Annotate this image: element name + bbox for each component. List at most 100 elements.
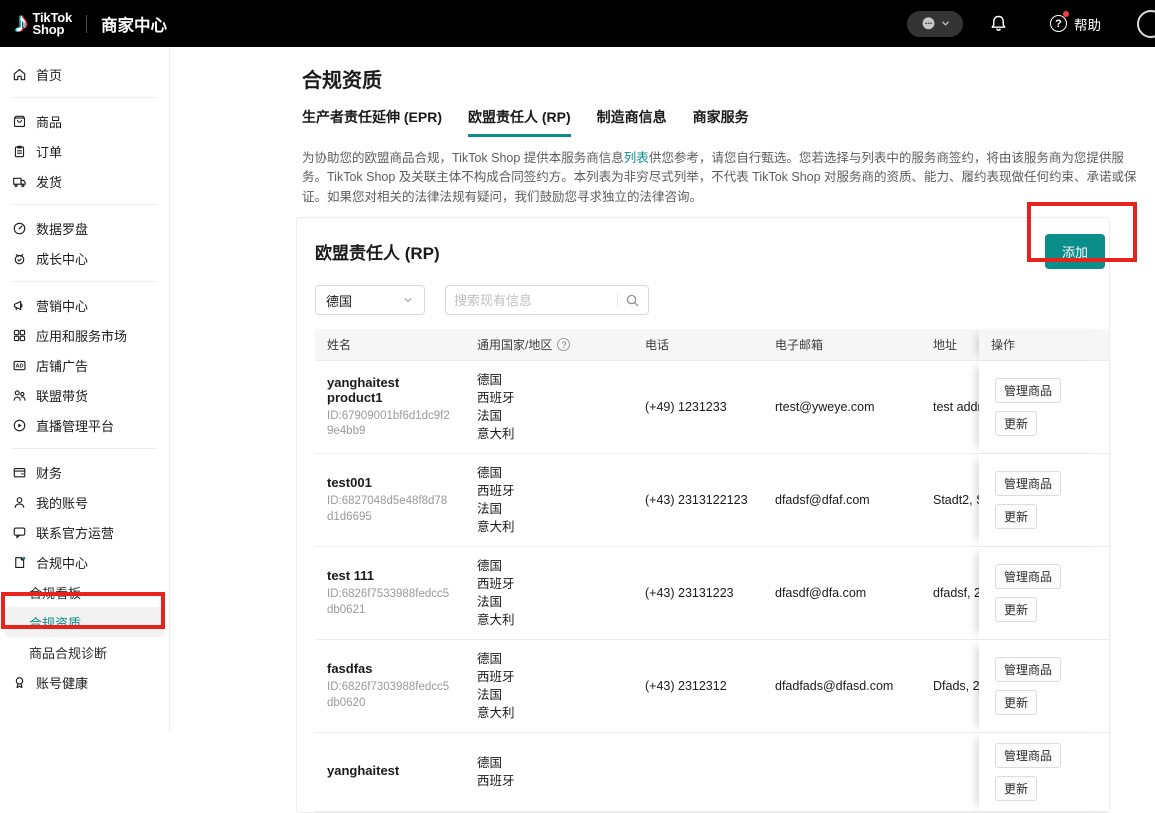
- live-icon: [12, 418, 27, 433]
- rp-name: yanghaitest: [327, 763, 453, 778]
- tab-rp[interactable]: 欧盟责任人 (RP): [468, 107, 571, 137]
- actions-cell: 管理商品更新: [979, 640, 1109, 732]
- product-icon: [12, 114, 27, 129]
- manage-products-button[interactable]: 管理商品: [995, 743, 1061, 768]
- tiktok-shop-logo[interactable]: ♪ TikTok Shop: [14, 9, 72, 38]
- email-cell: dfadfads@dfasd.com: [763, 640, 921, 732]
- table-row: test001ID:6827048d5e48f8d78d1d6695德国西班牙法…: [315, 454, 1109, 547]
- sidebar-item-affiliate[interactable]: 联盟带货: [0, 380, 169, 410]
- rp-name: test 111: [327, 568, 453, 583]
- column-header: 电子邮箱: [763, 329, 921, 360]
- name-cell: yanghaitest: [315, 733, 465, 811]
- sidebar-item-live-management[interactable]: 直播管理平台: [0, 410, 169, 440]
- description: 为协助您的欧盟商品合规，TikTok Shop 提供本服务商信息列表供您参考，请…: [302, 149, 1140, 207]
- notifications-button[interactable]: [989, 14, 1008, 33]
- rp-name: yanghaitest product1: [327, 375, 453, 405]
- update-button[interactable]: 更新: [995, 776, 1037, 801]
- column-header: 姓名: [315, 329, 465, 360]
- sidebar-item-compliance-center[interactable]: 合规中心: [0, 547, 169, 577]
- sidebar-divider: [12, 448, 157, 449]
- sidebar-item-orders[interactable]: 订单: [0, 136, 169, 166]
- country-select-value: 德国: [326, 291, 352, 310]
- sidebar-item-label: 营销中心: [36, 296, 88, 315]
- rp-id: ID:67909001bf6d1dc9f29e4bb9: [327, 409, 453, 440]
- update-button[interactable]: 更新: [995, 690, 1037, 715]
- country-select[interactable]: 德国: [315, 285, 425, 315]
- sidebar-item-marketing-center[interactable]: 营销中心: [0, 290, 169, 320]
- update-button[interactable]: 更新: [995, 504, 1037, 529]
- update-button[interactable]: 更新: [995, 411, 1037, 436]
- column-header: 地址: [921, 329, 979, 360]
- table-row: fasdfasID:6826f7303988fedcc5db0620德国西班牙法…: [315, 640, 1109, 733]
- address-cell: dfadsf, 2: [921, 547, 979, 639]
- countries-cell: 德国西班牙法国意大利: [465, 361, 633, 453]
- manage-products-button[interactable]: 管理商品: [995, 471, 1061, 496]
- sidebar-subitem-compliance-board[interactable]: 合规看板: [5, 577, 164, 607]
- sidebar-item-shipping[interactable]: 发货: [0, 166, 169, 196]
- tab-epr[interactable]: 生产者责任延伸 (EPR): [302, 107, 442, 137]
- name-cell: test 111ID:6826f7533988fedcc5db0621: [315, 547, 465, 639]
- phone-cell: (+49) 1231233: [633, 361, 763, 453]
- add-button[interactable]: 添加: [1045, 234, 1105, 269]
- sidebar-item-app-service-market[interactable]: 应用和服务市场: [0, 320, 169, 350]
- sidebar-item-finance[interactable]: 财务: [0, 457, 169, 487]
- sidebar-item-products[interactable]: 商品: [0, 106, 169, 136]
- ads-icon: AD: [12, 358, 27, 373]
- panel-heading: 欧盟责任人 (RP): [315, 239, 440, 264]
- sidebar-item-label: 成长中心: [36, 249, 88, 268]
- sidebar-item-label: 我的账号: [36, 493, 88, 512]
- sidebar-item-growth-center[interactable]: 成长中心: [0, 243, 169, 273]
- main-content: 合规资质 生产者责任延伸 (EPR)欧盟责任人 (RP)制造商信息商家服务 为协…: [170, 47, 1155, 731]
- app-title: 商家中心: [101, 12, 167, 36]
- chevron-down-icon: [940, 18, 951, 29]
- search-box: [445, 285, 649, 315]
- countries-cell: 德国西班牙: [465, 733, 633, 811]
- sidebar-item-account-health[interactable]: 账号健康: [0, 667, 169, 697]
- tiktok-note-icon: ♪: [14, 9, 29, 38]
- search-input[interactable]: [454, 293, 615, 308]
- list-link[interactable]: 列表: [624, 151, 649, 165]
- manage-products-button[interactable]: 管理商品: [995, 378, 1061, 403]
- address-cell: [921, 733, 979, 811]
- sidebar-item-label: 财务: [36, 463, 62, 482]
- sidebar-item-label: 订单: [36, 142, 62, 161]
- finance-icon: [12, 465, 27, 480]
- sidebar-item-label: 首页: [36, 65, 62, 84]
- update-button[interactable]: 更新: [995, 597, 1037, 622]
- rp-panel: 欧盟责任人 (RP) 添加 德国 姓名通用国家/地区?电话电子邮箱地址操作yan…: [296, 217, 1110, 813]
- sidebar-subitem-product-compliance-diagnosis[interactable]: 商品合规诊断: [5, 637, 164, 667]
- manage-products-button[interactable]: 管理商品: [995, 564, 1061, 589]
- sidebar-divider: [12, 204, 157, 205]
- description-text: 为协助您的欧盟商品合规，TikTok Shop 提供本服务商信息: [302, 151, 624, 165]
- table-row: yanghaitest 德国西班牙 管理商品更新: [315, 733, 1109, 812]
- actions-cell: 管理商品更新: [979, 733, 1109, 811]
- sidebar-item-shop-ads[interactable]: AD店铺广告: [0, 350, 169, 380]
- tab-merchant-services[interactable]: 商家服务: [693, 107, 749, 137]
- help-button[interactable]: ? 帮助: [1050, 14, 1101, 34]
- sidebar-divider: [12, 97, 157, 98]
- apps-icon: [12, 328, 27, 343]
- messages-button[interactable]: [907, 11, 963, 37]
- name-cell: yanghaitest product1 ID:67909001bf6d1dc9f…: [315, 361, 465, 453]
- sidebar-item-home[interactable]: 首页: [0, 59, 169, 89]
- rp-name: test001: [327, 475, 453, 490]
- tab-manufacturer-info[interactable]: 制造商信息: [597, 107, 667, 137]
- sidebar-subitem-compliance-qualification[interactable]: 合规资质: [5, 607, 164, 637]
- search-icon[interactable]: [625, 293, 640, 308]
- table-header: 姓名通用国家/地区?电话电子邮箱地址操作: [315, 329, 1109, 361]
- sidebar-item-data-compass[interactable]: 数据罗盘: [0, 213, 169, 243]
- email-cell: dfadsf@dfaf.com: [763, 454, 921, 546]
- sidebar-item-contact-official[interactable]: 联系官方运营: [0, 517, 169, 547]
- sidebar-item-my-account[interactable]: 我的账号: [0, 487, 169, 517]
- sidebar-item-label: 商品: [36, 112, 62, 131]
- table-row: yanghaitest product1 ID:67909001bf6d1dc9f…: [315, 361, 1109, 454]
- avatar[interactable]: [1137, 10, 1155, 38]
- help-icon: ?: [1050, 15, 1067, 32]
- address-cell: Stadt2, S: [921, 454, 979, 546]
- email-cell: [763, 733, 921, 811]
- manage-products-button[interactable]: 管理商品: [995, 657, 1061, 682]
- help-icon[interactable]: ?: [557, 338, 570, 351]
- name-cell: fasdfasID:6826f7303988fedcc5db0620: [315, 640, 465, 732]
- compliance-icon: [12, 555, 27, 570]
- sidebar-item-label: 直播管理平台: [36, 416, 114, 435]
